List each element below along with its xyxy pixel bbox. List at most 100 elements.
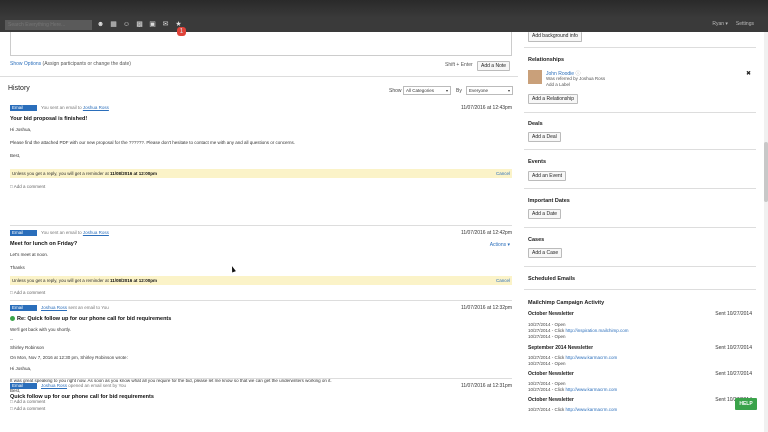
add-case-button[interactable]: Add a Case [528, 248, 563, 258]
add-comment-link[interactable]: □ Add a comment [10, 290, 45, 295]
campaign-activity: 10/27/2014 - Open [528, 334, 566, 339]
section-divider [524, 188, 756, 189]
campaign-activity: 10/27/2014 - Open [528, 381, 566, 386]
by-label: By [456, 88, 462, 94]
email-subject-text: Re: Quick follow up for our phone call f… [17, 316, 172, 322]
entry-date: 11/07/2016 at 12:32pm [460, 305, 512, 311]
add-comment-label: Add a comment [13, 406, 46, 411]
reminder-bar: Unless you get a reply, you will get a r… [10, 276, 512, 285]
add-comment-label: Add a comment [13, 290, 46, 295]
email-body-line: On Mon, Nov 7, 2016 at 12:30 pm, Shirley… [10, 355, 128, 360]
building-icon[interactable]: ▦ [109, 20, 118, 29]
reminder-text: Unless you get a reply, you will get a r… [12, 171, 110, 176]
mailchimp-title: Mailchimp Campaign Activity [528, 300, 605, 306]
note-textarea[interactable] [10, 32, 512, 56]
contact-sidebar: Add background info Relationships John R… [520, 32, 764, 432]
mail-icon[interactable]: ✉ [161, 20, 170, 29]
email-body-line: Please find the attached PDF with our ne… [10, 140, 296, 145]
search-input[interactable] [5, 20, 92, 30]
campaign-activity: 10/27/2014 - Open [528, 361, 566, 366]
cases-title: Cases [528, 237, 545, 243]
nav-icons: ☻ ▦ ☺ ▩ ▣ ✉ ★ 1 [96, 20, 186, 36]
email-body-line: We'll get back with you shortly. [10, 327, 71, 332]
lightbulb-icon[interactable]: ★ 1 [174, 20, 186, 36]
add-label-link[interactable]: Add a Label [546, 82, 570, 87]
email-body-line: Hi Joshua, [10, 127, 32, 132]
section-divider [524, 227, 756, 228]
navigation-bar: ☻ ▦ ☺ ▩ ▣ ✉ ★1 Ryan ▾ Settings [0, 18, 768, 36]
contact-link[interactable]: Joshua Ross [83, 230, 109, 235]
campaign-link[interactable]: http://inspiration.mailchimp.com [566, 328, 629, 333]
add-comment-link[interactable]: □ Add a comment [10, 184, 45, 189]
campaign-sent: Sent 10/27/2014 [715, 371, 752, 377]
actions-dropdown[interactable]: Actions ▾ [490, 242, 510, 248]
scheduled-emails-title: Scheduled Emails [528, 276, 576, 282]
entry-divider [10, 225, 512, 226]
entry-meta: You sent an email to [41, 230, 83, 235]
email-body-line: Best, [10, 153, 21, 158]
email-tag: Email [10, 305, 37, 311]
add-date-button[interactable]: Add a Date [528, 209, 562, 219]
entry-meta: You sent an email to [41, 105, 83, 110]
history-title: History [8, 85, 30, 92]
person-icon[interactable]: ☻ [96, 20, 105, 29]
campaign-activity: 10/27/2014 - Click [528, 355, 566, 360]
contact-link[interactable]: Joshua Ross [41, 305, 67, 310]
campaign-name: September 2014 Newsletter [528, 345, 594, 351]
entry-divider [10, 300, 512, 301]
section-divider [524, 266, 756, 267]
email-tag: Email [10, 383, 37, 389]
deals-title: Deals [528, 121, 543, 127]
help-button[interactable]: HELP [735, 398, 757, 410]
campaign-activity: 10/27/2014 - Click [528, 328, 566, 333]
calendar-icon[interactable]: ▣ [148, 20, 157, 29]
entry-meta: sent an email to You [67, 305, 109, 310]
add-relationship-button[interactable]: Add a Relationship [528, 94, 578, 104]
campaign-link[interactable]: http://www.karmacrm.com [566, 407, 618, 412]
email-body-line: Thanks [10, 265, 25, 270]
campaign-activity: 10/27/2014 - Click [528, 387, 566, 392]
section-divider [524, 289, 756, 290]
reminder-bar: Unless you get a reply, you will get a r… [10, 169, 512, 178]
reminder-text: Unless you get a reply, you will get a r… [12, 278, 110, 283]
show-options-link[interactable]: Show Options [10, 61, 41, 67]
important-dates-title: Important Dates [528, 198, 570, 204]
relationships-title: Relationships [528, 57, 565, 63]
campaign-name: October Newsletter [528, 311, 574, 317]
cancel-reminder-link[interactable]: Cancel [496, 276, 510, 285]
add-comment-link[interactable]: □ Add a comment [10, 406, 45, 411]
add-event-button[interactable]: Add an Event [528, 171, 567, 181]
reminder-time: 11/08/2016 at 12:00pm [109, 171, 158, 176]
contact-link[interactable]: Joshua Ross [41, 383, 67, 388]
show-label: Show [389, 88, 402, 94]
email-subject[interactable]: Quick follow up for our phone call for b… [10, 394, 154, 400]
campaign-link[interactable]: http://www.karmacrm.com [566, 355, 618, 360]
add-deal-button[interactable]: Add a Deal [528, 132, 561, 142]
avatar [528, 70, 542, 84]
shift-enter-hint: Shift + Enter [445, 62, 473, 68]
add-background-button[interactable]: Add background info [528, 32, 582, 42]
add-note-button[interactable]: Add a Note [477, 61, 511, 71]
section-divider [524, 47, 756, 48]
briefcase-icon[interactable]: ▩ [135, 20, 144, 29]
close-icon[interactable]: ✖ [746, 70, 751, 77]
email-subject[interactable]: Meet for lunch on Friday? [10, 241, 77, 247]
email-subject[interactable]: Re: Quick follow up for our phone call f… [10, 316, 171, 322]
people-icon[interactable]: ☺ [122, 20, 131, 29]
show-options: Show Options (Assign participants or cha… [10, 61, 131, 67]
scrollbar-thumb[interactable] [764, 142, 768, 202]
campaign-link[interactable]: http://www.karmacrm.com [566, 387, 618, 392]
user-select[interactable]: Everyone [466, 86, 513, 95]
user-menu[interactable]: Ryan ▾ [712, 21, 728, 27]
category-select[interactable]: All Categories [403, 86, 451, 95]
cancel-reminder-link[interactable]: Cancel [496, 169, 510, 178]
history-panel: Show Options (Assign participants or cha… [0, 32, 518, 432]
contact-link[interactable]: Joshua Ross [83, 105, 109, 110]
scrollbar[interactable] [764, 32, 768, 432]
email-tag: Email [10, 105, 37, 111]
campaign-activity: 10/27/2014 - Open [528, 322, 566, 327]
email-subject[interactable]: Your bid proposal is finished! [10, 116, 87, 122]
settings-link[interactable]: Settings [736, 21, 754, 27]
show-options-hint: (Assign participants or change the date) [42, 61, 131, 67]
campaign-name: October Newsletter [528, 397, 574, 403]
